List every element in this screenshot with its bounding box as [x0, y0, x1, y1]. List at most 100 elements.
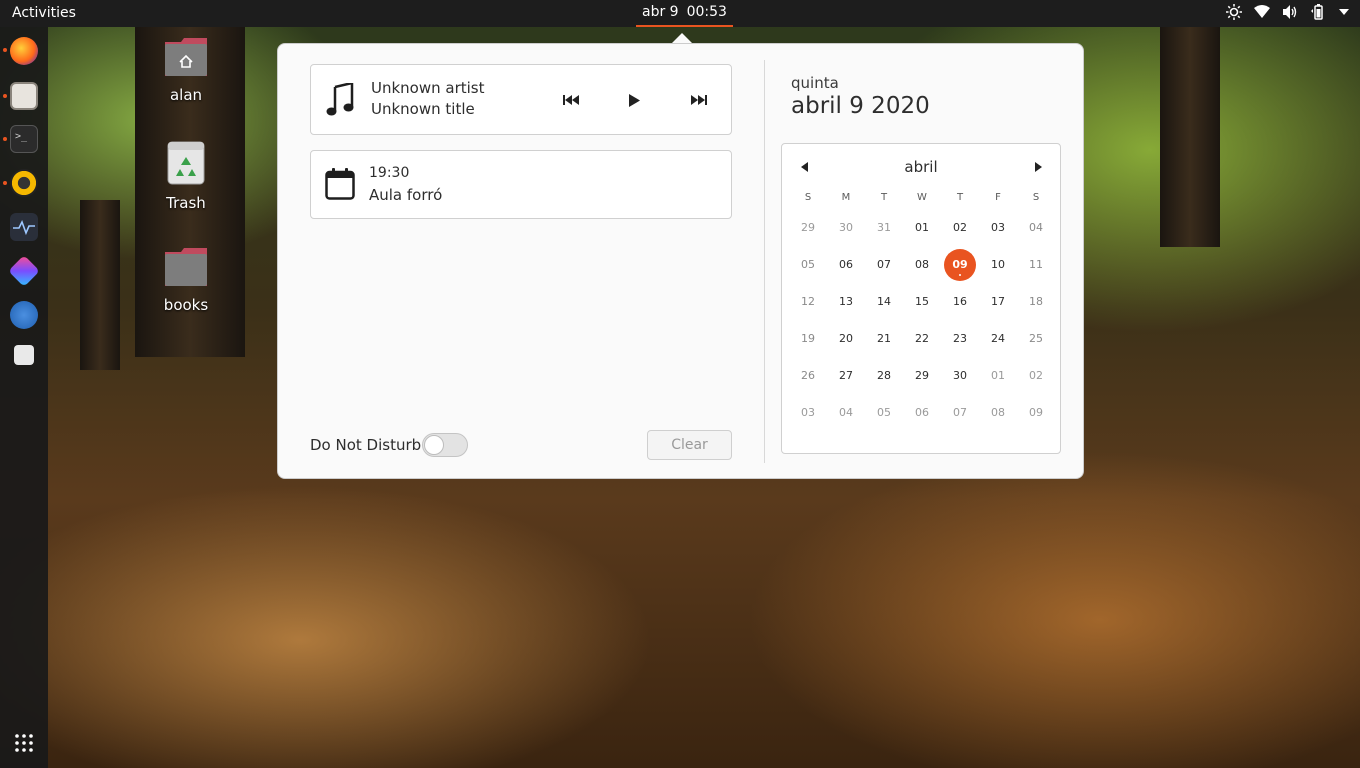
- system-tray[interactable]: [1226, 4, 1350, 20]
- calendar-day[interactable]: 29: [906, 360, 938, 392]
- calendar-icon: [325, 168, 355, 200]
- calendar-day[interactable]: 16: [944, 286, 976, 318]
- clear-notifications-button[interactable]: Clear: [647, 430, 732, 460]
- desktop-icon-label: books: [163, 296, 209, 314]
- menu-arrow-icon: [1339, 9, 1349, 15]
- terminal-icon[interactable]: >_: [10, 125, 38, 153]
- calendar-day[interactable]: 23: [944, 323, 976, 355]
- calendar-day[interactable]: 17: [982, 286, 1014, 318]
- play-icon: [628, 93, 640, 107]
- volume-icon: [1283, 5, 1297, 19]
- show-applications-icon[interactable]: [14, 733, 34, 753]
- media-title: Unknown title: [371, 100, 475, 118]
- top-bar: Activities abr 9 00:53: [0, 0, 1360, 27]
- system-monitor-icon[interactable]: [10, 213, 38, 241]
- calendar-day[interactable]: 11: [1020, 249, 1052, 281]
- calendar-day[interactable]: 06: [830, 249, 862, 281]
- media-artist: Unknown artist: [371, 79, 485, 97]
- running-indicator: [3, 137, 7, 141]
- files-icon[interactable]: [10, 82, 38, 110]
- running-indicator: [3, 181, 7, 185]
- calendar-day[interactable]: 20: [830, 323, 862, 355]
- calendar-day[interactable]: 14: [868, 286, 900, 318]
- calendar-weekday-header: M: [841, 192, 851, 203]
- folder-icon: [165, 248, 207, 286]
- firefox-icon[interactable]: [10, 37, 38, 65]
- battery-icon: [1311, 4, 1323, 20]
- calendar-day[interactable]: 03: [982, 212, 1014, 244]
- do-not-disturb-toggle[interactable]: [422, 433, 468, 457]
- calendar-day[interactable]: 07: [868, 249, 900, 281]
- next-month-button[interactable]: [1031, 160, 1045, 174]
- clock-date: abr 9: [642, 4, 679, 20]
- calendar-day[interactable]: 09: [1020, 397, 1052, 429]
- calendar-day[interactable]: 12: [792, 286, 824, 318]
- date-menu-popover: Unknown artist Unknown title 19:30 Aula …: [277, 43, 1084, 479]
- calendar-weekday-header: T: [880, 192, 888, 203]
- next-track-button[interactable]: [689, 90, 709, 110]
- calendar-day-today[interactable]: 09: [944, 249, 976, 281]
- text-editor-icon[interactable]: [10, 301, 38, 329]
- calendar-day[interactable]: 07: [944, 397, 976, 429]
- wifi-icon: [1254, 5, 1270, 18]
- calendar-day[interactable]: 29: [792, 212, 824, 244]
- event-name: Aula forró: [369, 186, 443, 204]
- calendar-day[interactable]: 15: [906, 286, 938, 318]
- calendar-day[interactable]: 30: [944, 360, 976, 392]
- calendar-day[interactable]: 28: [868, 360, 900, 392]
- calendar-day[interactable]: 25: [1020, 323, 1052, 355]
- trash-icon: [167, 141, 205, 185]
- event-card[interactable]: 19:30 Aula forró: [310, 150, 732, 219]
- app-icon[interactable]: [8, 255, 40, 287]
- full-date-label: abril 9 2020: [791, 93, 930, 119]
- calendar-day[interactable]: 02: [1020, 360, 1052, 392]
- calendar-day[interactable]: 13: [830, 286, 862, 318]
- desktop-icon-home[interactable]: alan: [146, 36, 226, 104]
- calendar-day[interactable]: 05: [868, 397, 900, 429]
- toggle-knob: [424, 435, 444, 455]
- calendar-day[interactable]: 19: [792, 323, 824, 355]
- settings-icon[interactable]: [14, 345, 34, 365]
- calendar-day[interactable]: 10: [982, 249, 1014, 281]
- activities-button[interactable]: Activities: [12, 5, 76, 21]
- desktop-icon-label: alan: [169, 86, 203, 104]
- calendar-day[interactable]: 06: [906, 397, 938, 429]
- calendar-month-label: abril: [904, 158, 938, 176]
- calendar-weekday-header: W: [917, 192, 927, 203]
- do-not-disturb-label: Do Not Disturb: [310, 436, 422, 454]
- wallpaper-trunk: [1160, 27, 1220, 247]
- calendar-widget: abril S M T W T F S 29 30 31 01 02 03 04 05 06 07 08 09 10 1…: [781, 143, 1061, 454]
- calendar-day[interactable]: 30: [830, 212, 862, 244]
- calendar-day[interactable]: 08: [906, 249, 938, 281]
- calendar-day[interactable]: 04: [1020, 212, 1052, 244]
- play-button[interactable]: [624, 90, 644, 110]
- calendar-weekday-header: T: [956, 192, 964, 203]
- calendar-day[interactable]: 05: [792, 249, 824, 281]
- calendar-day[interactable]: 24: [982, 323, 1014, 355]
- skip-back-icon: [563, 95, 579, 105]
- desktop-icon-trash[interactable]: Trash: [146, 140, 226, 212]
- desktop-icon-books[interactable]: books: [146, 246, 226, 314]
- calendar-day[interactable]: 31: [868, 212, 900, 244]
- calendar-day[interactable]: 02: [944, 212, 976, 244]
- previous-track-button[interactable]: [561, 90, 581, 110]
- clock-button[interactable]: abr 9 00:53: [636, 0, 733, 27]
- calendar-day[interactable]: 27: [830, 360, 862, 392]
- calendar-weekday-header: F: [995, 192, 1001, 203]
- calendar-day[interactable]: 01: [906, 212, 938, 244]
- calendar-day[interactable]: 01: [982, 360, 1014, 392]
- calendar-day[interactable]: 08: [982, 397, 1014, 429]
- calendar-day[interactable]: 21: [868, 323, 900, 355]
- skip-forward-icon: [691, 95, 707, 105]
- calendar-day[interactable]: 04: [830, 397, 862, 429]
- calendar-day[interactable]: 26: [792, 360, 824, 392]
- chevron-right-icon: [1034, 162, 1042, 172]
- calendar-weekday-header: S: [804, 192, 812, 203]
- calendar-day[interactable]: 03: [792, 397, 824, 429]
- rhythmbox-icon[interactable]: [10, 169, 38, 197]
- calendar-day[interactable]: 18: [1020, 286, 1052, 318]
- media-player-card[interactable]: Unknown artist Unknown title: [310, 64, 732, 135]
- clock-time: 00:53: [686, 4, 727, 20]
- calendar-day[interactable]: 22: [906, 323, 938, 355]
- running-indicator: [3, 48, 7, 52]
